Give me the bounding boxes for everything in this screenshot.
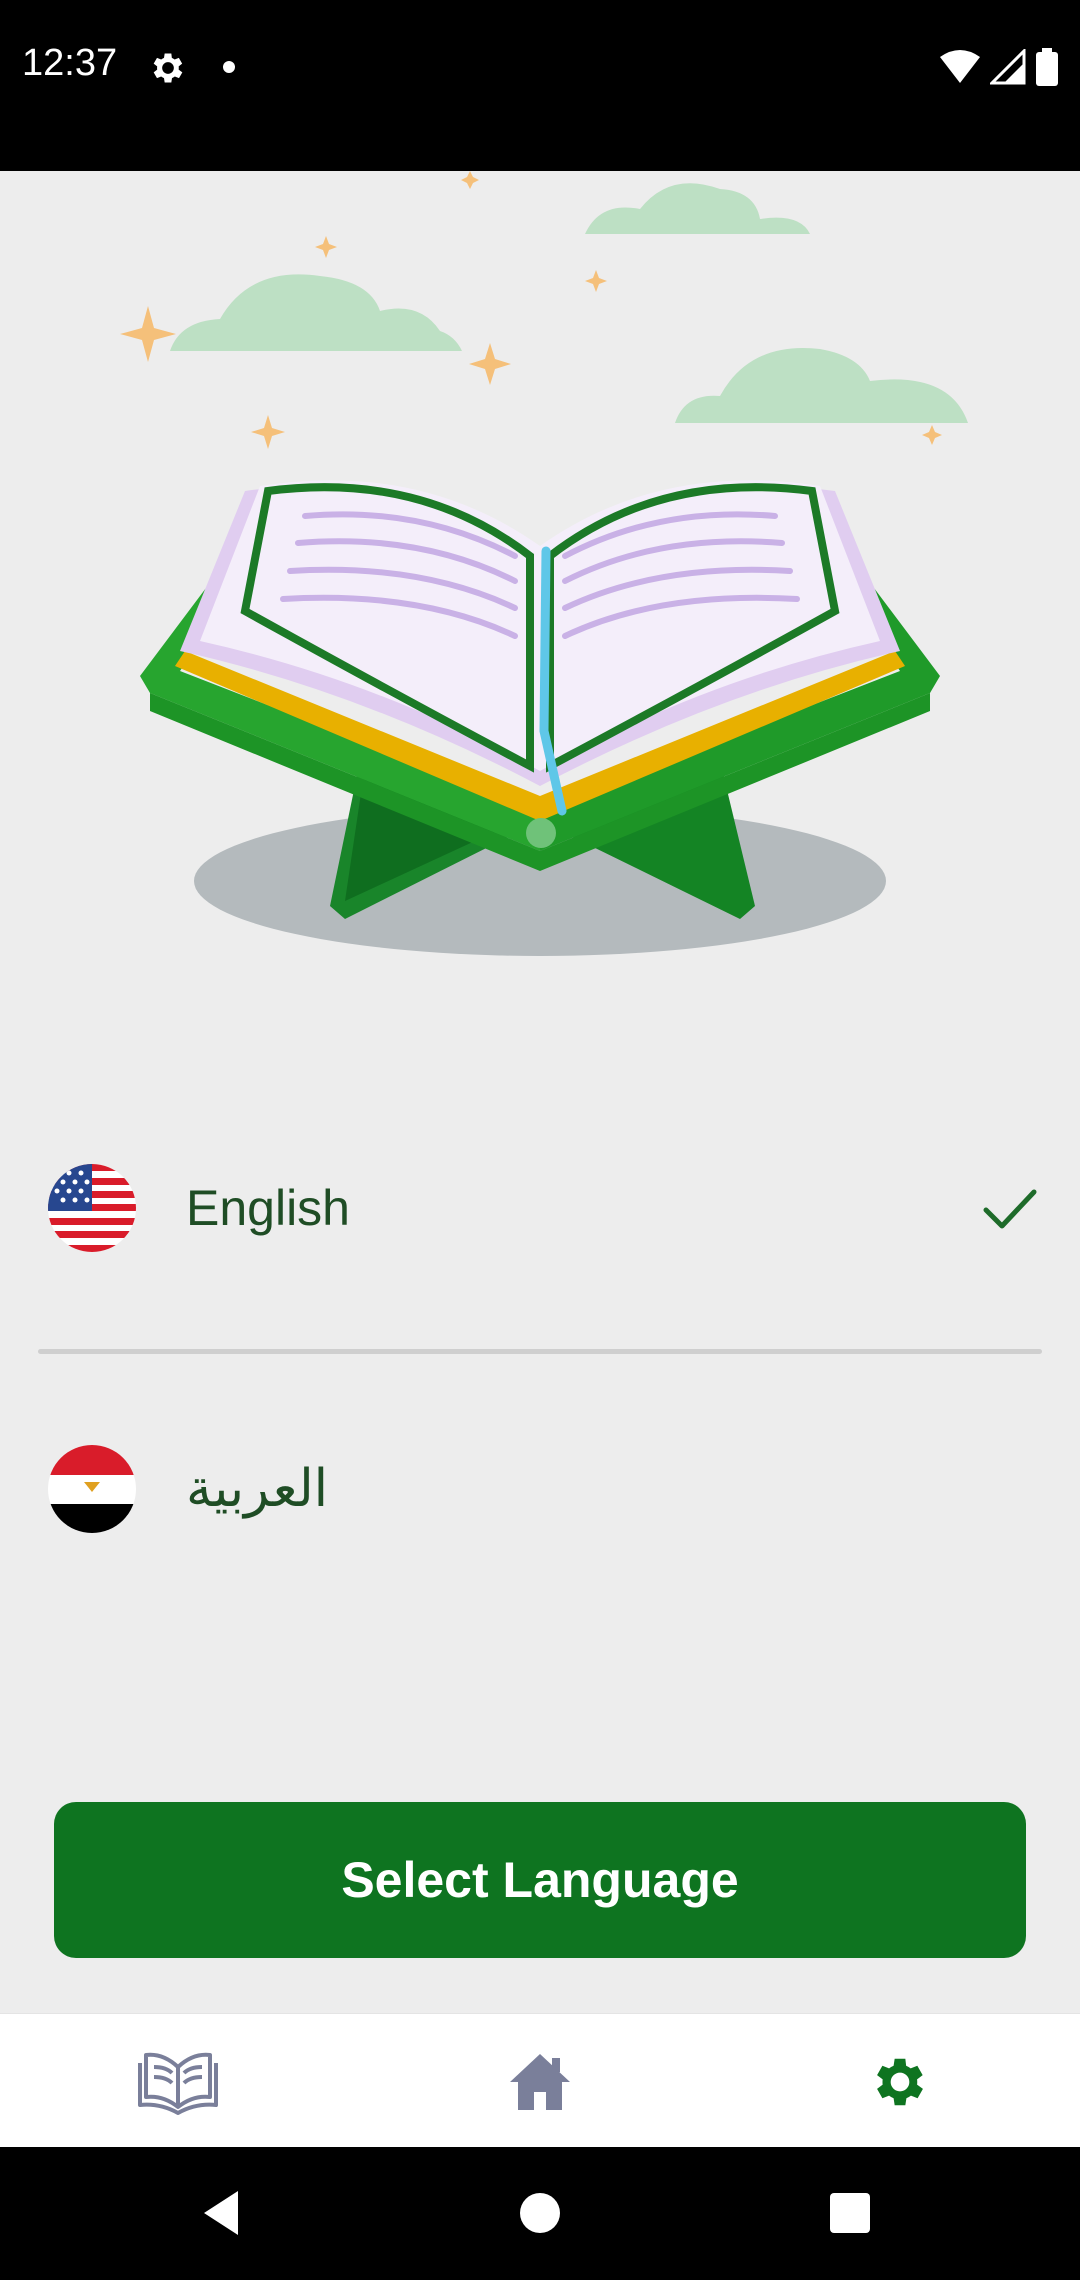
open-book-icon — [138, 2052, 218, 2115]
status-time: 12:37 — [22, 42, 118, 84]
recents-icon[interactable] — [820, 2183, 880, 2243]
gear-icon — [153, 53, 183, 83]
gear-icon — [877, 2058, 923, 2106]
bottom-navigation — [0, 2013, 1080, 2147]
wifi-icon — [940, 50, 980, 83]
divider — [38, 1349, 1042, 1354]
select-language-button[interactable]: Select Language — [54, 1802, 1026, 1958]
nav-item-home[interactable] — [498, 2040, 582, 2124]
nav-item-read[interactable] — [136, 2040, 220, 2124]
language-option-arabic[interactable]: العربية — [0, 1389, 1080, 1589]
language-label-english: English — [186, 1180, 350, 1236]
egypt-flag-icon — [48, 1445, 136, 1533]
home-circle-icon[interactable] — [510, 2183, 570, 2243]
nav-item-settings[interactable] — [858, 2040, 942, 2124]
language-option-english[interactable]: English — [0, 1108, 1080, 1308]
home-icon — [510, 2054, 570, 2110]
battery-icon — [1036, 48, 1058, 86]
system-navigation-bar — [0, 2147, 1080, 2280]
quran-on-stand-illustration — [120, 171, 968, 956]
notification-dot — [223, 61, 235, 73]
back-icon[interactable] — [194, 2183, 254, 2243]
us-flag-icon — [48, 1164, 136, 1252]
cloud-shapes — [170, 183, 968, 423]
status-icons — [940, 46, 1058, 88]
language-label-arabic: العربية — [186, 1459, 329, 1519]
signal-icon — [990, 49, 1026, 85]
checkmark-icon — [983, 1189, 1037, 1229]
status-bar: 12:37 — [0, 0, 1080, 171]
